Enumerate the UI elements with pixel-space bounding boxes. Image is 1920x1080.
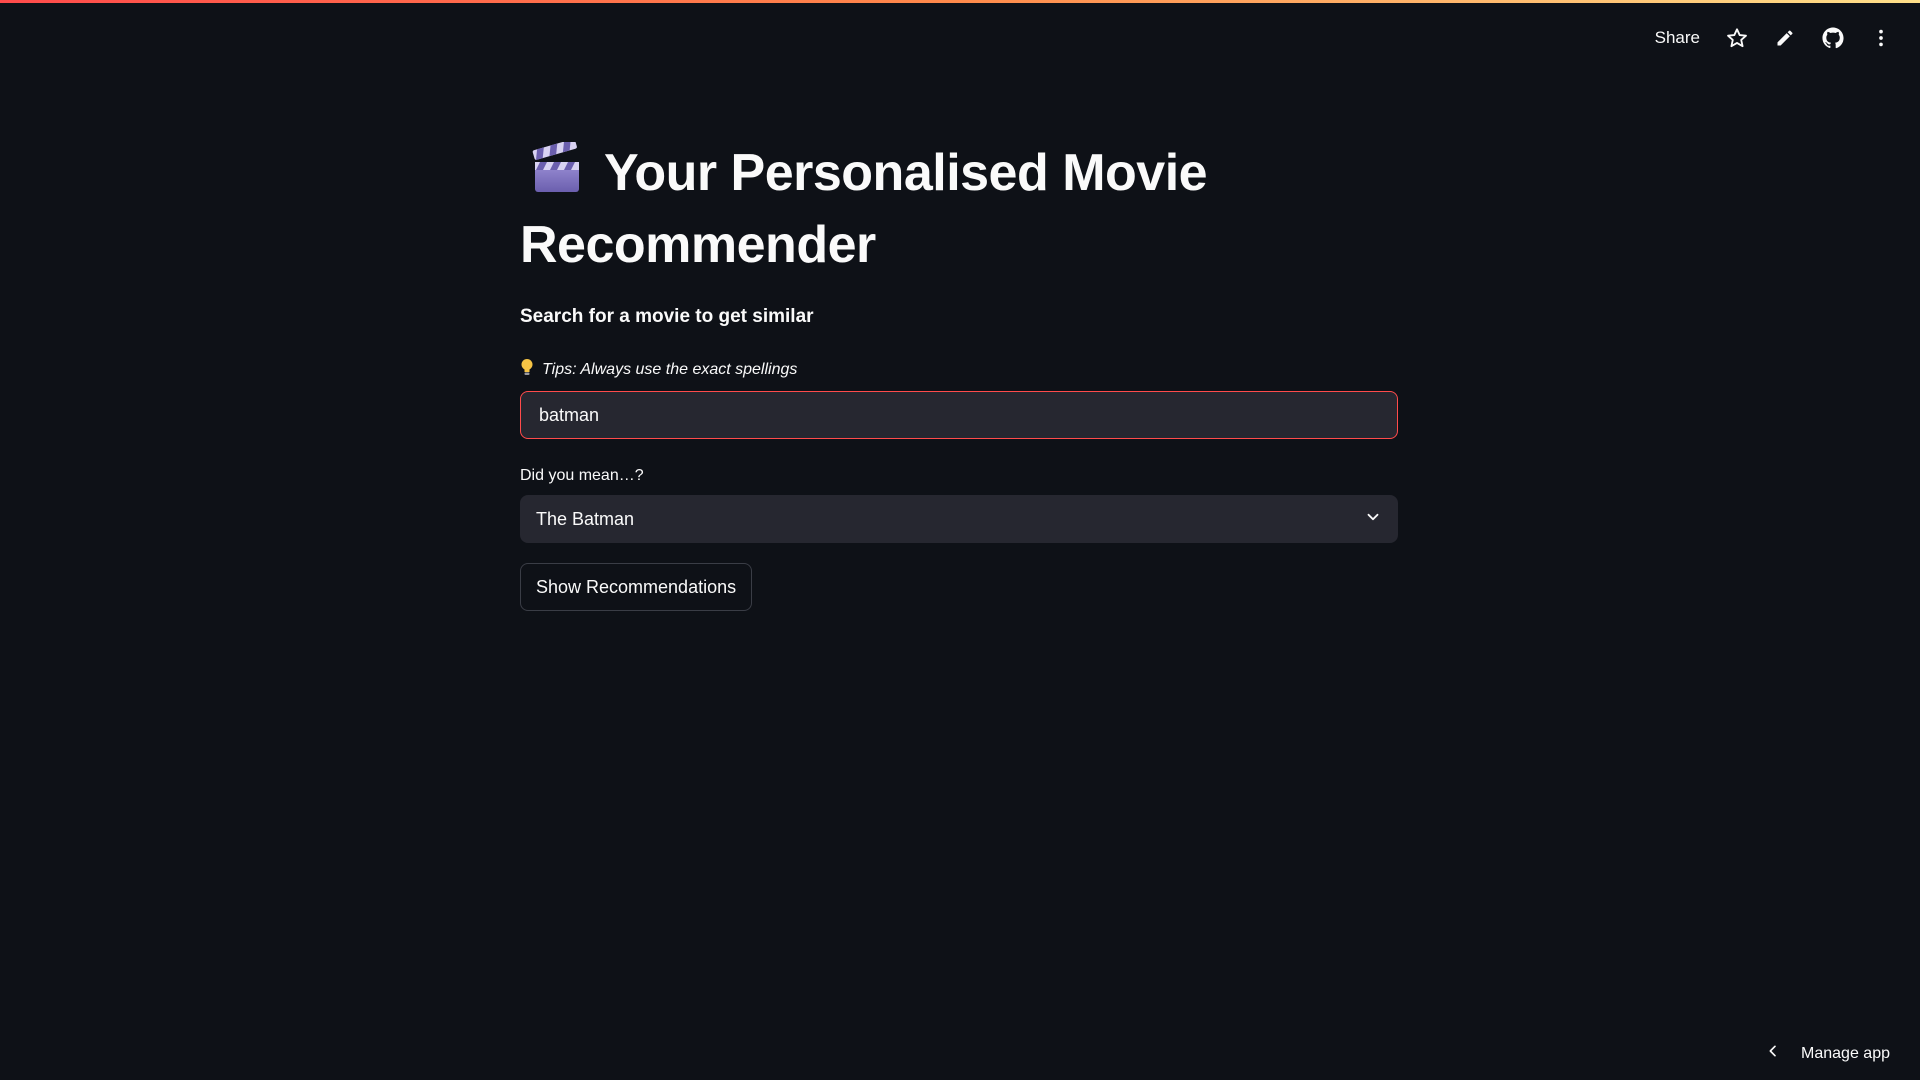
lightbulb-icon [520, 358, 534, 381]
clapper-board-icon [530, 139, 584, 212]
subheading: Search for a movie to get similar [520, 306, 814, 327]
page-title-text: Your Personalised Movie Recommender [520, 144, 1208, 274]
star-icon[interactable] [1726, 27, 1748, 49]
movie-select-dropdown[interactable]: The Batman [520, 495, 1398, 543]
select-label: Did you mean…? [520, 467, 644, 484]
movie-search-input[interactable] [537, 403, 1381, 427]
manage-app-button[interactable]: Manage app [1765, 1043, 1890, 1064]
manage-app-label: Manage app [1801, 1044, 1890, 1062]
top-gradient-bar [0, 0, 1920, 3]
show-recommendations-button[interactable]: Show Recommendations [520, 563, 753, 611]
tip-row: Tips: Always use the exact spellings [520, 358, 1400, 381]
page-title: Your Personalised Movie Recommender [520, 139, 1400, 278]
header-actions: Share [1655, 22, 1892, 54]
movie-search-field[interactable] [520, 391, 1398, 439]
chevron-down-icon [1364, 508, 1382, 531]
share-button[interactable]: Share [1655, 28, 1700, 48]
pencil-icon[interactable] [1774, 27, 1796, 49]
selected-movie: The Batman [536, 508, 635, 529]
main-content: Your Personalised Movie Recommender Sear… [520, 139, 1400, 611]
github-icon[interactable] [1822, 27, 1844, 49]
chevron-left-icon [1765, 1043, 1781, 1064]
more-vertical-icon[interactable] [1870, 27, 1892, 49]
tip-text: Tips: Always use the exact spellings [542, 360, 798, 378]
